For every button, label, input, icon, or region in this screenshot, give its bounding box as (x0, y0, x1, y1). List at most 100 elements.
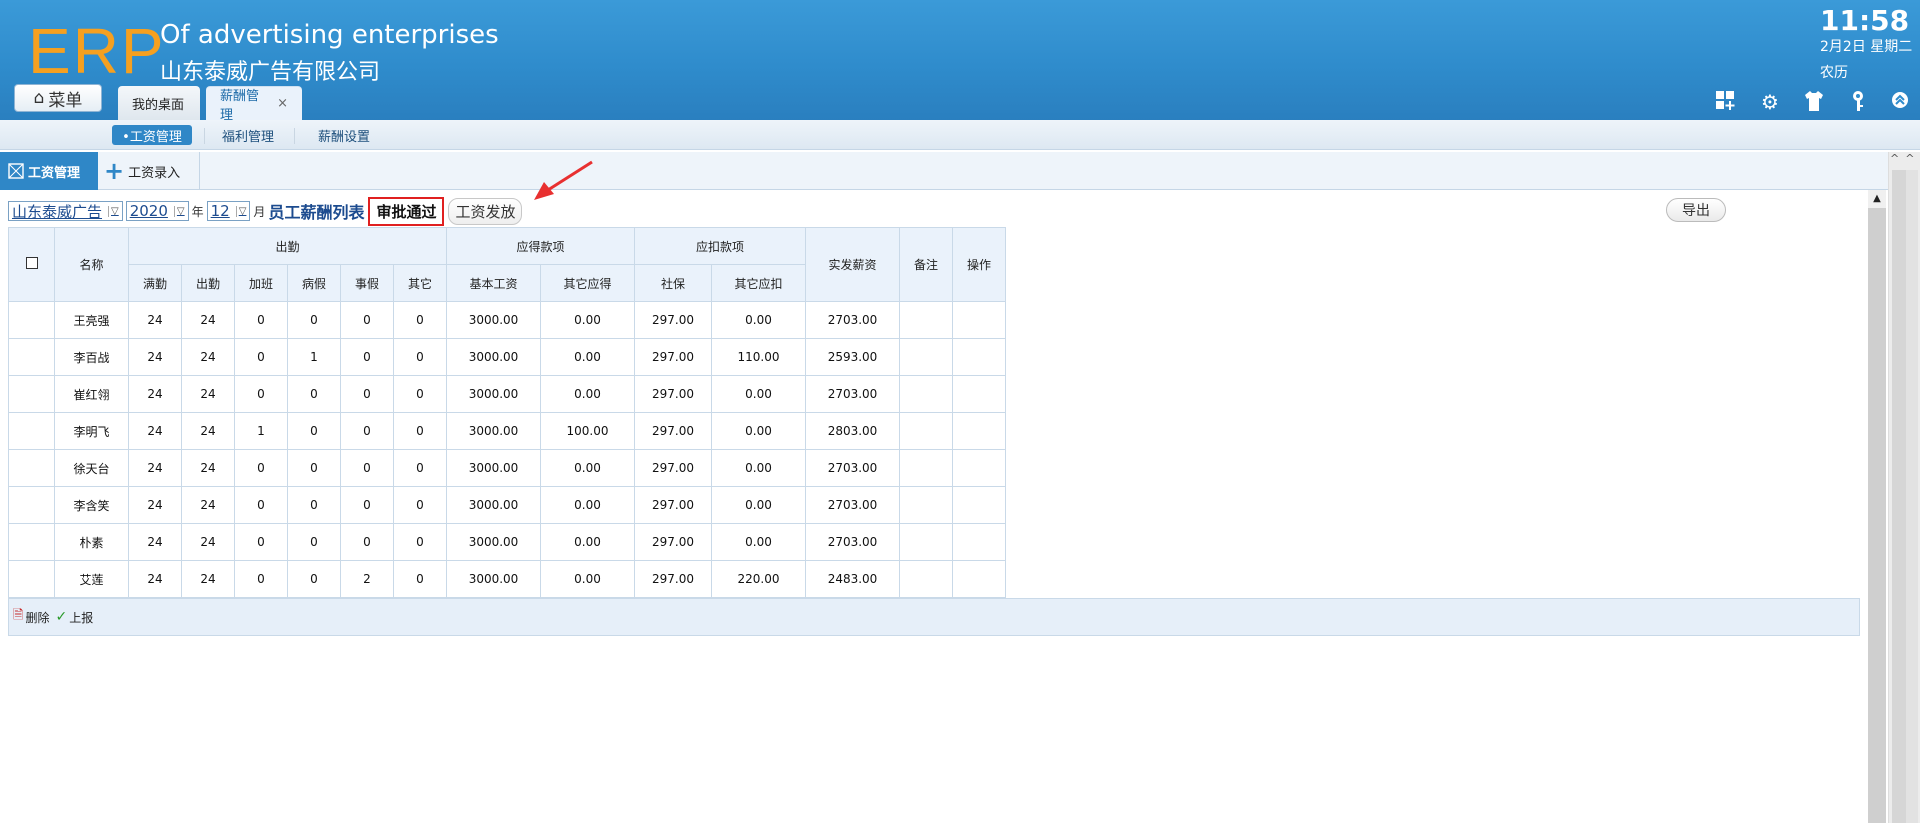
home-icon: ⌂ (33, 88, 45, 108)
cell-social: 297.00 (634, 449, 712, 487)
cell-action[interactable] (952, 301, 1006, 339)
cell-other-ded: 0.00 (711, 486, 806, 524)
year-select[interactable]: 2020 ▽ (125, 201, 189, 221)
table-row[interactable]: 李百战 24 24 0 1 0 0 3000.00 0.00 297.00 110.00 2593.0… (8, 338, 1006, 376)
divider (294, 128, 295, 144)
status-approved-tab[interactable]: 审批通过 (368, 196, 445, 226)
row-select-cell[interactable] (8, 449, 55, 487)
table-row[interactable]: 崔红翎 24 24 0 0 0 0 3000.00 0.00 297.00 0.00 2703.00 (8, 375, 1006, 413)
delete-label: 删除 (25, 610, 50, 625)
cell-action[interactable] (952, 486, 1006, 524)
tab-salary-management[interactable]: 薪酬管理 × (206, 86, 302, 123)
col-group-earnings: 应得款项 (446, 227, 635, 265)
cell-full: 24 (128, 412, 182, 450)
table-row[interactable]: 王亮强 24 24 0 0 0 0 3000.00 0.00 297.00 0.00 2703.00 (8, 301, 1006, 339)
cell-action[interactable] (952, 375, 1006, 413)
shirt-icon[interactable] (1802, 90, 1826, 114)
cell-att: 24 (181, 449, 235, 487)
table-row[interactable]: 李明飞 24 24 1 0 0 0 3000.00 100.00 297.00 0.00 2803.0… (8, 412, 1006, 450)
cell-full: 24 (128, 486, 182, 524)
cell-action[interactable] (952, 338, 1006, 376)
cell-base: 3000.00 (446, 560, 541, 598)
cell-personal: 0 (340, 523, 394, 561)
table-row[interactable]: 艾莲 24 24 0 0 2 0 3000.00 0.00 297.00 220.00 2483.00 (8, 560, 1006, 598)
cell-other: 0 (393, 560, 447, 598)
cell-action[interactable] (952, 560, 1006, 598)
cell-sick: 0 (287, 412, 341, 450)
table-row[interactable]: 朴素 24 24 0 0 0 0 3000.00 0.00 297.00 0.00 2703.00 (8, 523, 1006, 561)
subnav-salary-management[interactable]: •工资管理 (112, 125, 192, 145)
cell-ot: 0 (234, 560, 288, 598)
subnav-salary-settings[interactable]: 薪酬设置 (312, 125, 376, 145)
row-select-cell[interactable] (8, 338, 55, 376)
cell-full: 24 (128, 375, 182, 413)
row-select-cell[interactable] (8, 301, 55, 339)
erp-logo: ERP (28, 15, 166, 87)
cell-other-ded: 0.00 (711, 523, 806, 561)
cell-full: 24 (128, 301, 182, 339)
status-payout-tab[interactable]: 工资发放 (448, 197, 523, 225)
row-select-cell[interactable] (8, 412, 55, 450)
inner-vertical-scrollbar[interactable] (1868, 190, 1886, 823)
col-other-deductions: 其它应扣 (711, 264, 806, 302)
col-other: 其它 (393, 264, 447, 302)
cell-other-earn: 0.00 (540, 449, 635, 487)
cell-other: 0 (393, 301, 447, 339)
cell-ot: 0 (234, 301, 288, 339)
row-select-cell[interactable] (8, 486, 55, 524)
tab-salary-admin[interactable]: 工资管理 (0, 152, 98, 190)
col-action: 操作 (952, 227, 1006, 302)
outer-scroll-thumb-secondary[interactable] (1906, 170, 1918, 823)
delete-button[interactable]: 🗎 删除 (13, 606, 49, 628)
cell-action[interactable] (952, 412, 1006, 450)
cell-att: 24 (181, 412, 235, 450)
cell-net: 2483.00 (805, 560, 900, 598)
cell-personal: 0 (340, 301, 394, 339)
table-row[interactable]: 李含笑 24 24 0 0 0 0 3000.00 0.00 297.00 0.00 2703.00 (8, 486, 1006, 524)
outer-scroll-thumb[interactable] (1892, 170, 1906, 823)
cell-full: 24 (128, 449, 182, 487)
cell-remark (899, 301, 953, 339)
subnav-welfare-management[interactable]: 福利管理 (216, 125, 280, 145)
grid-add-icon[interactable] (1714, 90, 1738, 114)
cell-other-earn: 100.00 (540, 412, 635, 450)
cell-action[interactable] (952, 449, 1006, 487)
divider (204, 128, 205, 144)
scroll-up-icon[interactable]: ^^ (1890, 152, 1918, 168)
cell-other-earn: 0.00 (540, 560, 635, 598)
year-unit: 年 (191, 204, 204, 219)
tab-label: 薪酬管理 (220, 88, 260, 123)
plus-icon: + (104, 157, 125, 185)
table-row[interactable]: 徐天台 24 24 0 0 0 0 3000.00 0.00 297.00 0.00 2703.00 (8, 449, 1006, 487)
report-button[interactable]: ✓ 上报 (55, 609, 93, 626)
close-icon[interactable]: × (277, 96, 288, 111)
company-select[interactable]: 山东泰威广告 ▽ (8, 201, 123, 221)
key-icon[interactable] (1846, 90, 1870, 114)
cell-base: 3000.00 (446, 449, 541, 487)
cell-other: 0 (393, 338, 447, 376)
cell-remark (899, 338, 953, 376)
row-select-cell[interactable] (8, 375, 55, 413)
tab-salary-entry[interactable]: + 工资录入 (104, 152, 200, 190)
collapse-icon[interactable] (1888, 90, 1912, 114)
tab-my-desktop[interactable]: 我的桌面 (118, 86, 200, 120)
row-select-cell[interactable] (8, 523, 55, 561)
scroll-up-icon[interactable]: ▲ (1868, 190, 1886, 208)
col-remark: 备注 (899, 227, 953, 302)
month-select[interactable]: 12 ▽ (206, 201, 251, 221)
cell-net: 2703.00 (805, 449, 900, 487)
menu-button[interactable]: ⌂ 菜单 (14, 84, 102, 112)
lunar-link[interactable]: 农历 (1820, 62, 1848, 82)
cell-other: 0 (393, 449, 447, 487)
subnav-label: •工资管理 (122, 129, 182, 145)
row-select-cell[interactable] (8, 560, 55, 598)
cell-action[interactable] (952, 523, 1006, 561)
cell-base: 3000.00 (446, 486, 541, 524)
cell-social: 297.00 (634, 412, 712, 450)
select-all-checkbox[interactable] (25, 257, 38, 269)
select-all-header[interactable] (8, 227, 55, 302)
gear-icon[interactable]: ⚙ (1758, 90, 1782, 114)
delete-icon: 🗎 (13, 608, 24, 623)
export-button[interactable]: 导出 (1666, 198, 1726, 222)
tab-label: 工资管理 (28, 165, 81, 181)
